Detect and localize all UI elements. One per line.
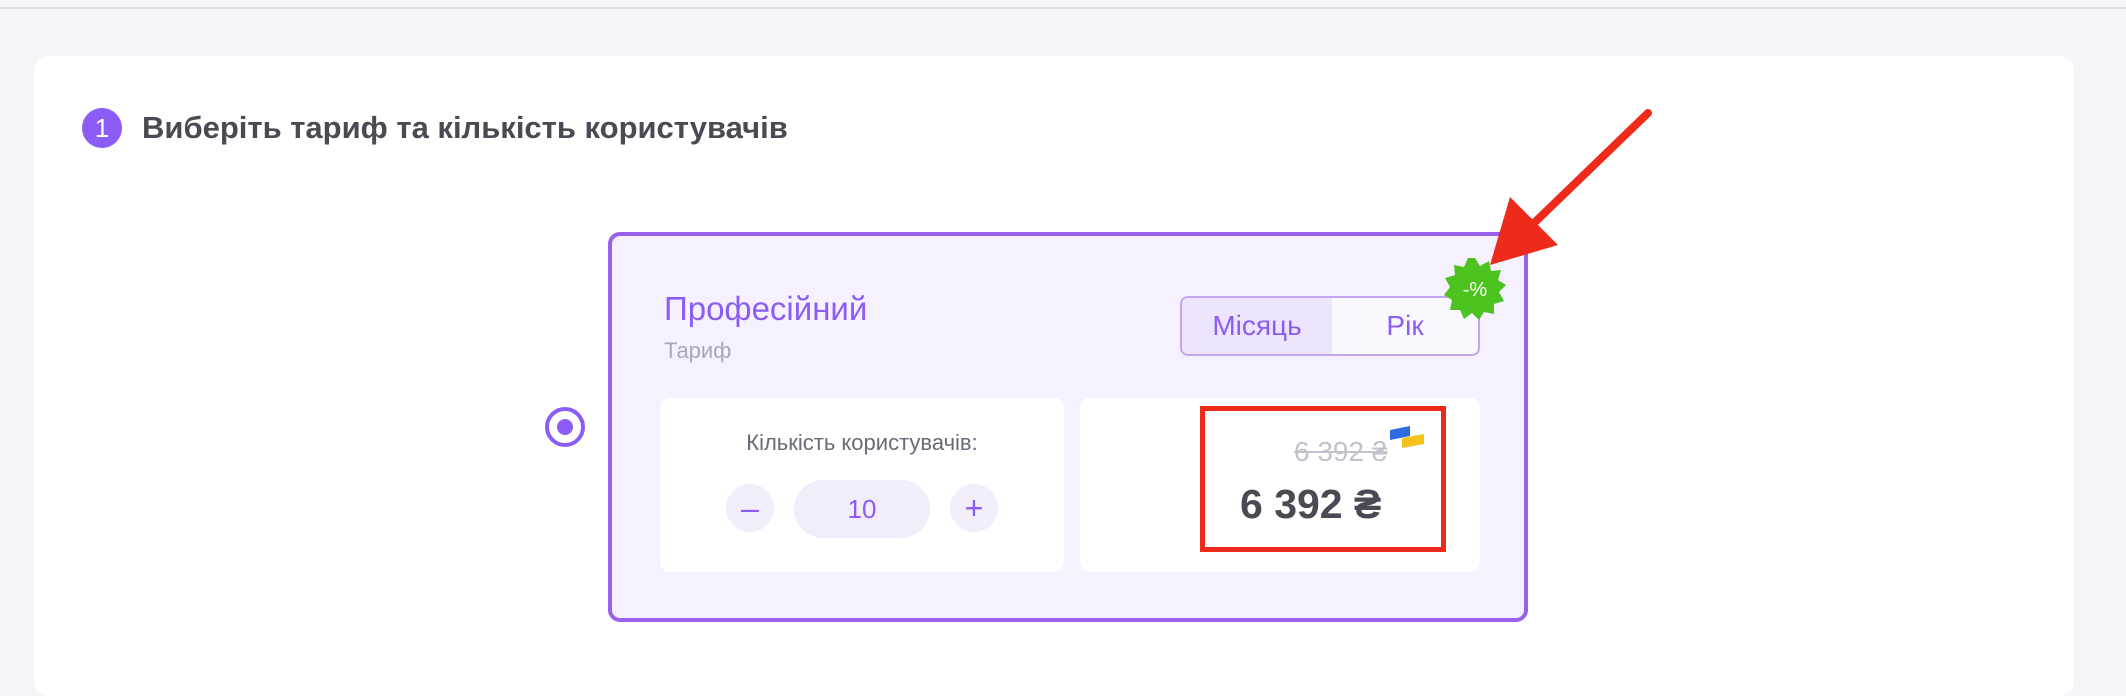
price-highlight-box — [1200, 406, 1446, 552]
increase-users-button[interactable]: + — [950, 484, 998, 532]
decrease-users-button[interactable]: – — [726, 484, 774, 532]
step-number-badge: 1 — [82, 108, 122, 148]
top-divider — [0, 0, 2126, 9]
users-count-label: Кількість користувачів: — [746, 430, 978, 455]
annotation-arrow-icon — [1490, 109, 1652, 265]
billing-toggle: Місяць Рік — [1180, 296, 1480, 356]
users-count-box: Кількість користувачів: – 10 + — [660, 398, 1064, 572]
plan-subtitle: Тариф — [664, 338, 732, 363]
step-title: Виберіть тариф та кількість користувачів — [142, 110, 788, 145]
plan-radio-dot — [557, 419, 573, 435]
users-quantity-input[interactable]: 10 — [794, 480, 930, 538]
plan-name: Професійний — [664, 290, 868, 327]
billing-month-option[interactable]: Місяць — [1182, 298, 1332, 354]
plan-radio[interactable] — [545, 407, 585, 447]
